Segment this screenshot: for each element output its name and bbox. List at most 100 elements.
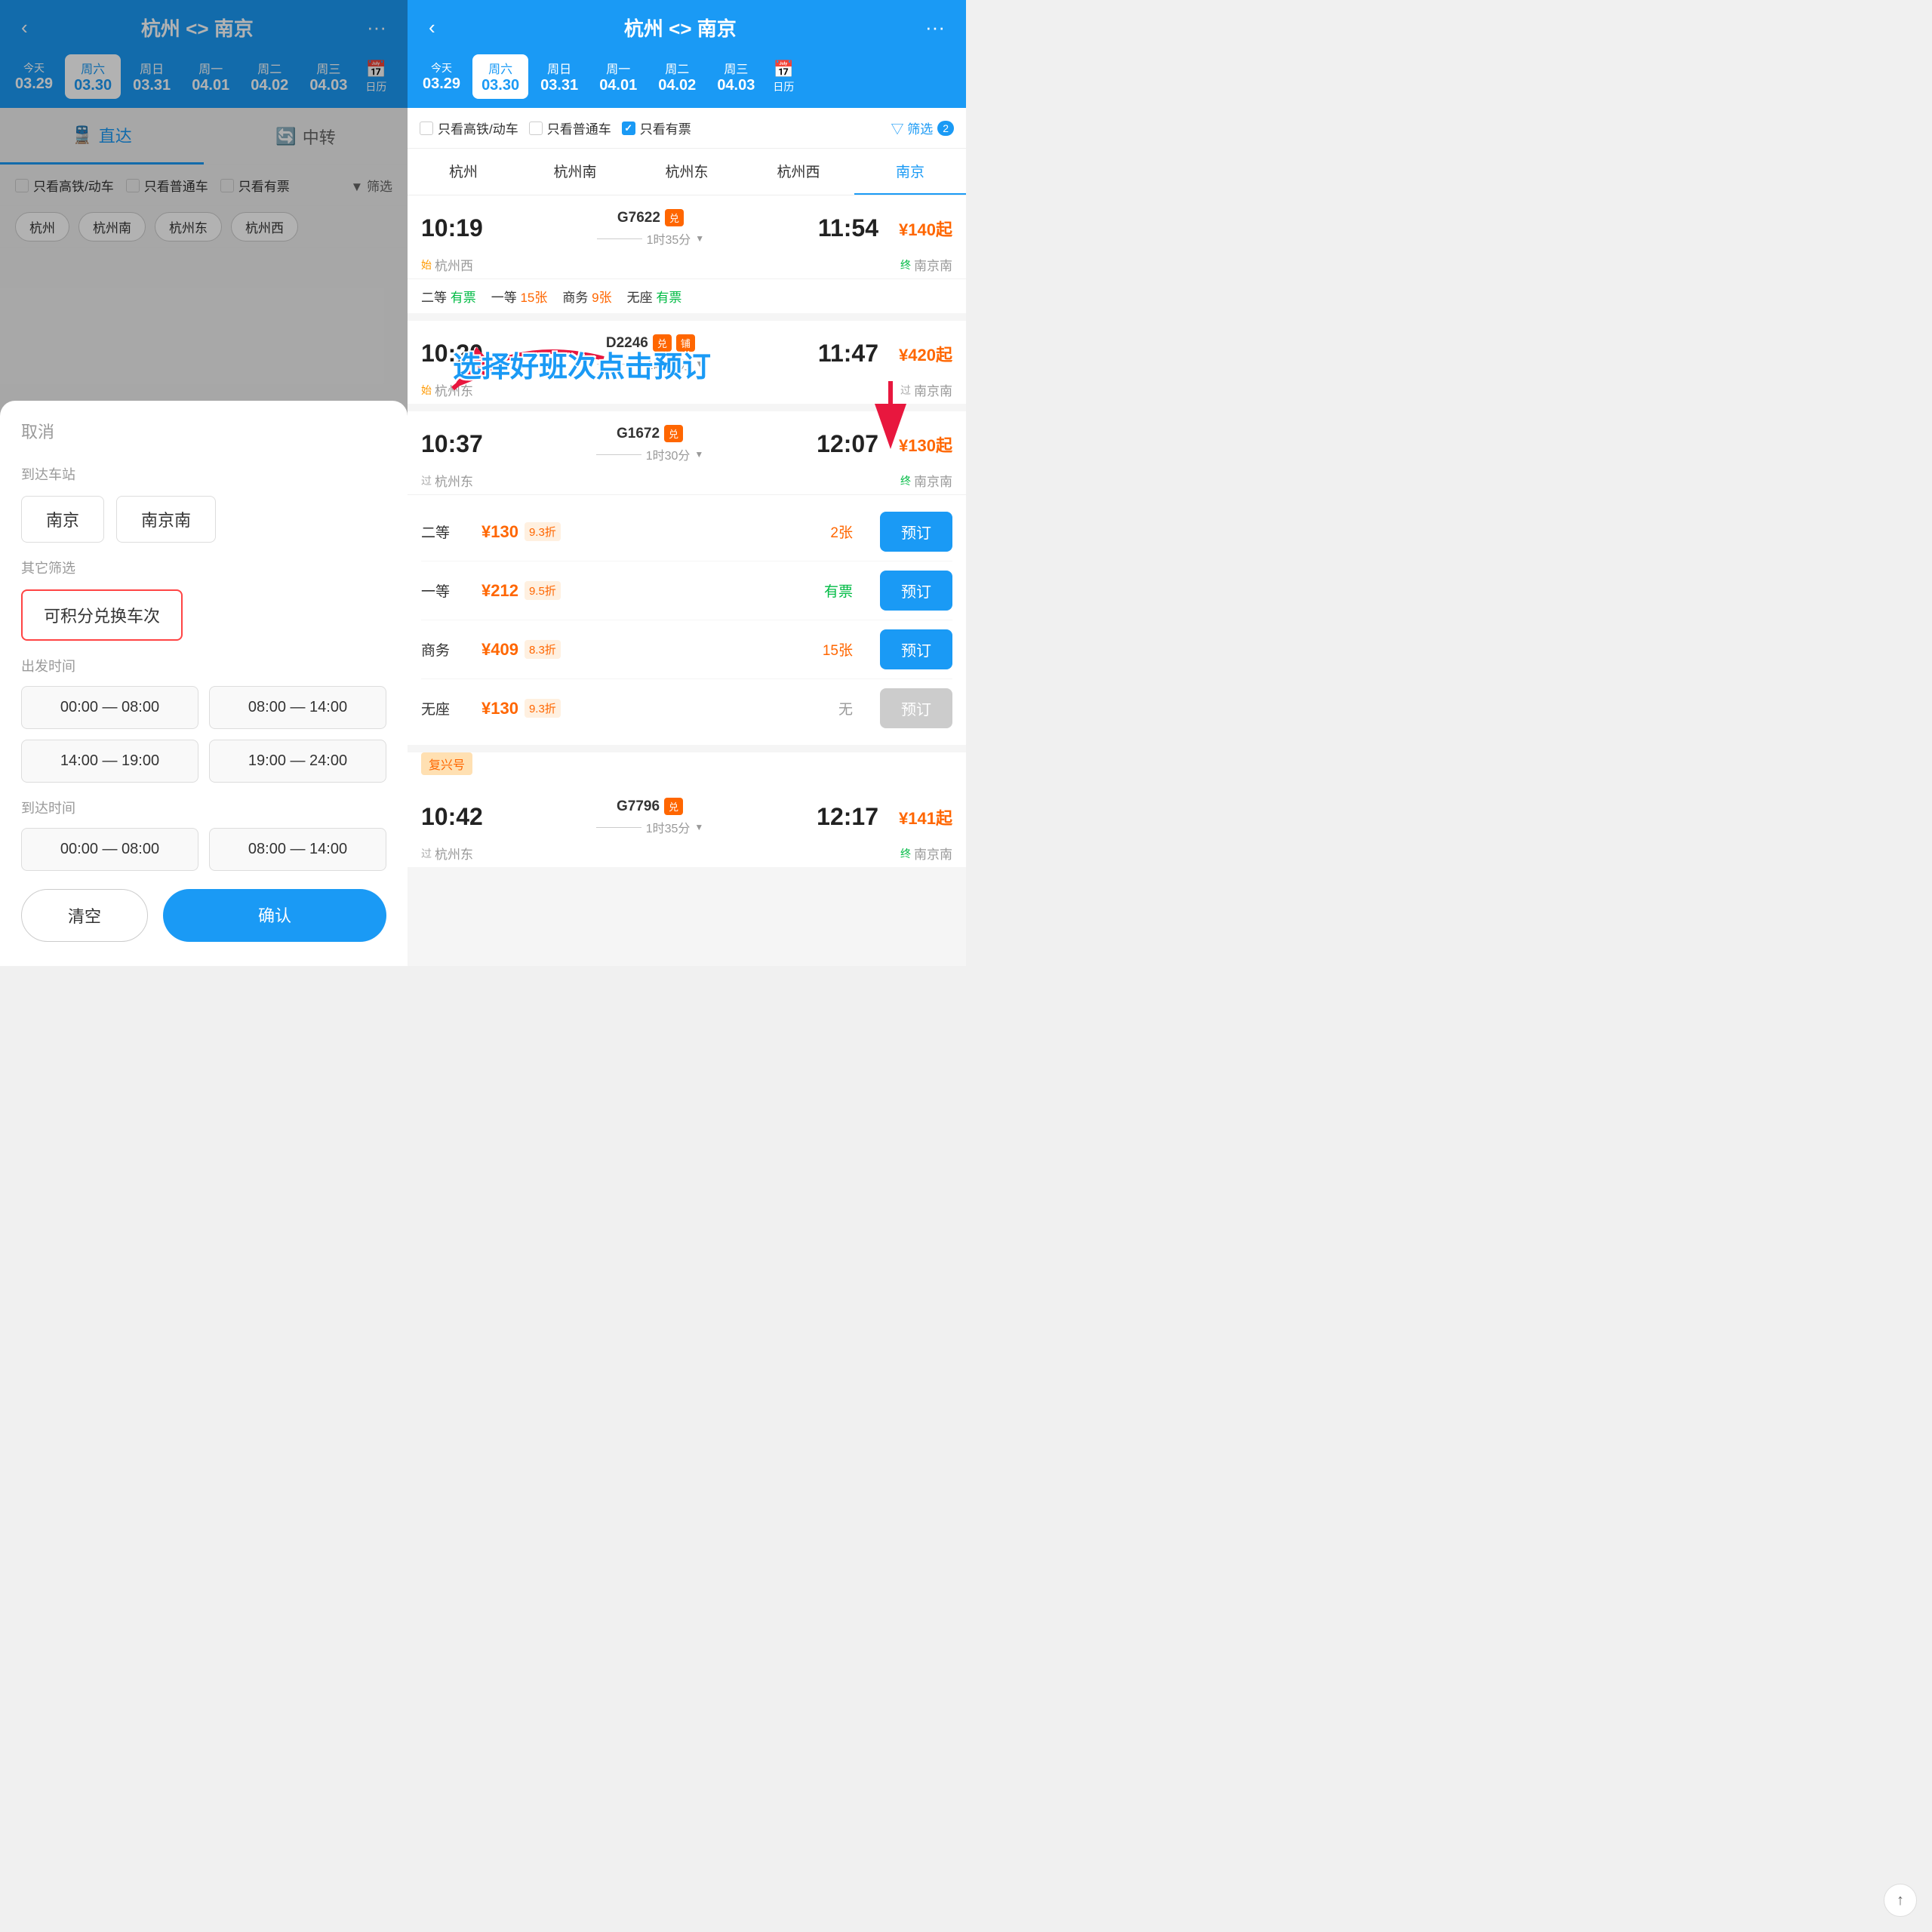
g1672-price: ¥130起: [884, 432, 952, 457]
arrive-time-title: 到达时间: [21, 798, 386, 817]
right-date-tab-tue[interactable]: 周二 04.02: [649, 54, 705, 99]
g7622-dep-time: 10:19: [421, 214, 483, 242]
depart-time-1[interactable]: 08:00 — 14:00: [209, 686, 386, 729]
g7796-mileage-tag: 兑: [664, 798, 683, 815]
confirm-button[interactable]: 确认: [163, 889, 386, 942]
d2246-arr-station: 过 南京南: [900, 380, 952, 399]
g7622-arr-time: 11:54: [818, 214, 878, 242]
right-header: ‹ 杭州 <> 南京 ···: [408, 0, 966, 54]
g1672-num: G1672: [617, 426, 660, 442]
clear-button[interactable]: 清空: [21, 889, 148, 942]
right-station-hangzhou[interactable]: 杭州: [408, 149, 519, 195]
right-normal-checkbox[interactable]: [529, 122, 543, 135]
right-highspeed-checkbox[interactable]: [420, 122, 433, 135]
d2246-dep-station: 始 杭州东: [421, 380, 473, 399]
right-date-tab-today[interactable]: 今天 03.29: [414, 56, 469, 97]
depart-time-0[interactable]: 00:00 — 08:00: [21, 686, 198, 729]
dest-nanjingnan-btn[interactable]: 南京南: [116, 496, 216, 543]
train-card-g7796: 复兴号 10:42 G7796 兑 1时35分 ▼: [408, 752, 966, 867]
g1672-dep-station: 过 杭州东: [421, 471, 473, 490]
right-date-tab-wed[interactable]: 周三 04.03: [708, 54, 764, 99]
right-filter-button[interactable]: ▽ 筛选 2: [891, 118, 954, 137]
g7622-seats: 二等 有票 一等 15张 商务 9张 无座 有票: [408, 278, 966, 313]
depart-time-options: 00:00 — 08:00 08:00 — 14:00 14:00 — 19:0…: [21, 686, 386, 783]
right-station-hangzhoudong[interactable]: 杭州东: [631, 149, 743, 195]
train-card-g1672: 选择好班次点击预订 10:37 G1672 兑: [408, 411, 966, 745]
g1672-seat-second: 二等 ¥130 9.3折 2张 预订: [421, 503, 952, 561]
g1672-seat-noseat: 无座 ¥130 9.3折 无 预订: [421, 679, 952, 737]
other-filters-title: 其它筛选: [21, 558, 386, 577]
right-filter-bar: 只看高铁/动车 只看普通车 ✓ 只看有票 ▽ 筛选 2: [408, 108, 966, 149]
arrive-time-options: 00:00 — 08:00 08:00 — 14:00: [21, 828, 386, 871]
right-back-button[interactable]: ‹: [429, 16, 435, 39]
g7622-price: ¥140起: [884, 217, 952, 241]
g1672-arr-station: 终 南京南: [900, 471, 952, 490]
right-header-title: 杭州 <> 南京: [435, 14, 925, 42]
train-card-g7622: 10:19 G7622 兑 1时35分 ▼ 11:54 ¥140起: [408, 195, 966, 313]
g1672-business-avail: 15张: [823, 639, 853, 660]
right-date-tab-sat[interactable]: 周六 03.30: [472, 54, 528, 99]
g1672-seat-business: 商务 ¥409 8.3折 15张 预订: [421, 620, 952, 679]
g7622-dep-station: 始 杭州西: [421, 255, 473, 274]
depart-time-2[interactable]: 14:00 — 19:00: [21, 740, 198, 783]
right-station-tabs: 杭州 杭州南 杭州东 杭州西 南京: [408, 149, 966, 195]
g7796-dep-station: 过 杭州东: [421, 844, 473, 863]
right-station-hangzhouxi[interactable]: 杭州西: [743, 149, 854, 195]
d2246-arr-time: 11:47: [818, 340, 878, 368]
destination-section-title: 到达车站: [21, 464, 386, 484]
g1672-second-avail: 2张: [830, 521, 853, 542]
d2246-mileage-tag: 兑: [653, 334, 672, 352]
right-available-checkbox[interactable]: ✓: [622, 122, 635, 135]
right-date-tab-sun[interactable]: 周日 03.31: [531, 54, 587, 99]
sheet-header: 取消: [21, 419, 386, 443]
g1672-first-avail: 有票: [824, 580, 853, 601]
g7622-arr-station: 终 南京南: [900, 255, 952, 274]
right-date-tab-mon[interactable]: 周一 04.01: [590, 54, 646, 99]
right-calendar-button[interactable]: 📅 日历: [767, 57, 800, 97]
g1672-duration: 1时30分: [646, 445, 691, 463]
g1672-mileage-tag: 兑: [664, 425, 683, 442]
right-date-tabs: 今天 03.29 周六 03.30 周日 03.31 周一 04.01 周二 0…: [408, 54, 966, 108]
arrive-time-0[interactable]: 00:00 — 08:00: [21, 828, 198, 871]
filter-badge: 2: [937, 121, 954, 136]
d2246-sleeper-tag: 铺: [676, 334, 695, 352]
g7796-duration: 1时35分: [646, 818, 691, 836]
sheet-footer: 清空 确认: [21, 889, 386, 948]
g1672-seat-first: 一等 ¥212 9.5折 有票 预订: [421, 561, 952, 620]
right-station-nanjing[interactable]: 南京: [854, 149, 966, 195]
arrow-down-icon: ▼: [695, 233, 704, 244]
right-filter-available[interactable]: ✓ 只看有票: [622, 118, 691, 137]
d2246-price: ¥420起: [884, 342, 952, 366]
sheet-cancel-button[interactable]: 取消: [21, 419, 54, 443]
right-station-hangzhounian[interactable]: 杭州南: [519, 149, 631, 195]
dest-nanjing-btn[interactable]: 南京: [21, 496, 104, 543]
filter-sheet: 取消 到达车站 南京 南京南 其它筛选 可积分兑换车次 出发时间 00:00 —…: [0, 401, 408, 966]
depart-time-title: 出发时间: [21, 656, 386, 675]
other-filters-section: 其它筛选 可积分兑换车次: [21, 558, 386, 641]
right-filter-normal[interactable]: 只看普通车: [529, 118, 611, 137]
g7796-price: ¥141起: [884, 805, 952, 829]
g1672-first-book-btn[interactable]: 预订: [880, 571, 952, 611]
g1672-arr-time: 12:07: [817, 430, 878, 458]
depart-time-3[interactable]: 19:00 — 24:00: [209, 740, 386, 783]
g7622-num: G7622: [617, 210, 660, 226]
g1672-noseat-book-btn[interactable]: 预订: [880, 688, 952, 728]
g1672-business-book-btn[interactable]: 预订: [880, 629, 952, 669]
mileage-filter-btn[interactable]: 可积分兑换车次: [21, 589, 183, 641]
destination-options: 南京 南京南: [21, 496, 386, 543]
d2246-dep-time: 10:20: [421, 340, 483, 368]
g7796-fuxing-tag: 复兴号: [421, 752, 472, 775]
g7622-mileage-tag: 兑: [665, 209, 684, 226]
train-list: 10:19 G7622 兑 1时35分 ▼ 11:54 ¥140起: [408, 195, 966, 966]
g7796-arr-station: 终 南京南: [900, 844, 952, 863]
g1672-noseat-avail: 无: [838, 698, 853, 718]
right-filter-highspeed[interactable]: 只看高铁/动车: [420, 118, 518, 137]
d2246-duration: 1时27分: [647, 355, 691, 373]
left-panel: ‹ 杭州 <> 南京 ··· 今天 03.29 周六 03.30 周日 03.3…: [0, 0, 408, 966]
g1672-seat-rows: 二等 ¥130 9.3折 2张 预订 一等 ¥212 9.5折: [408, 494, 966, 745]
d2246-num: D2246: [606, 335, 648, 352]
g1672-second-book-btn[interactable]: 预订: [880, 512, 952, 552]
g7796-arr-time: 12:17: [817, 803, 878, 831]
arrive-time-1[interactable]: 08:00 — 14:00: [209, 828, 386, 871]
right-more-button[interactable]: ···: [925, 16, 945, 39]
